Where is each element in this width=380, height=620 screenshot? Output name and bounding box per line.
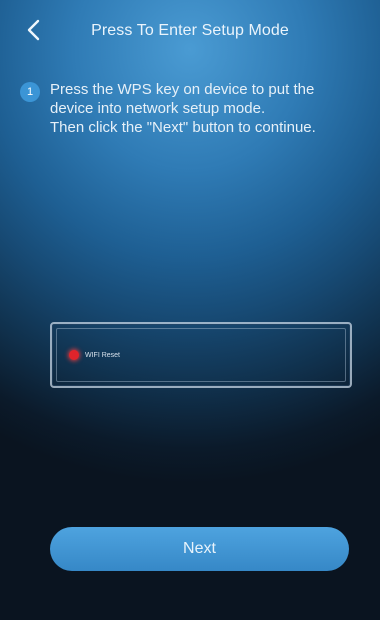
instruction-line-3: Then click the "Next" button to continue… <box>50 119 316 136</box>
instruction-line-2: device into network setup mode. <box>50 100 266 117</box>
device-panel: WIFI Reset <box>56 328 346 382</box>
instruction-text: Press the WPS key on device to put the d… <box>50 80 316 137</box>
back-button[interactable] <box>18 14 48 46</box>
header-bar: Press To Enter Setup Mode <box>0 0 380 62</box>
instruction-line-1: Press the WPS key on device to put the <box>50 81 315 98</box>
led-indicator-icon <box>69 350 79 360</box>
device-illustration: WIFI Reset <box>50 322 352 388</box>
step-number-badge: 1 <box>20 82 40 102</box>
instruction-step: 1 Press the WPS key on device to put the… <box>20 80 376 137</box>
chevron-left-icon <box>27 19 40 41</box>
next-button[interactable]: Next <box>50 527 349 571</box>
setup-mode-screen: Press To Enter Setup Mode 1 Press the WP… <box>0 0 380 620</box>
wifi-reset-label: WIFI Reset <box>85 351 121 359</box>
page-title: Press To Enter Setup Mode <box>91 22 289 39</box>
